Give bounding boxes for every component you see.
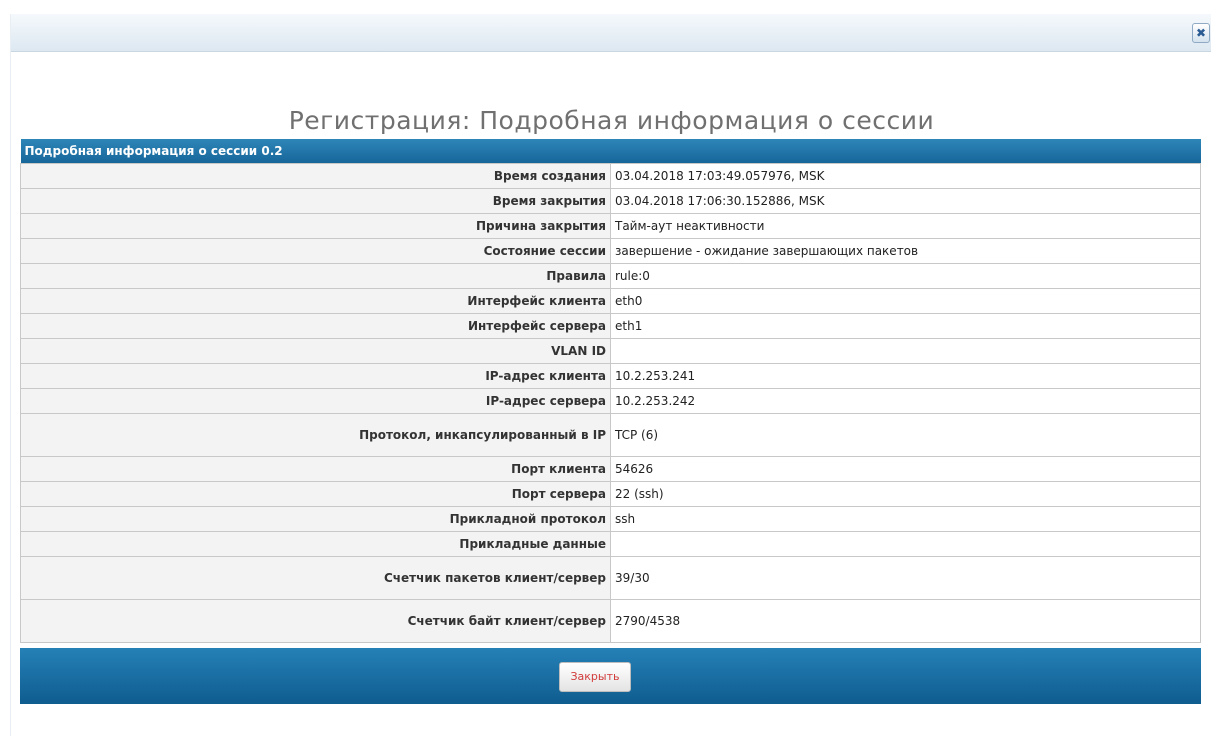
table-row: Время создания 03.04.2018 17:03:49.05797… xyxy=(20,163,1201,189)
row-label: IP-адрес клиента xyxy=(20,363,611,389)
row-value: ssh xyxy=(610,506,1201,532)
row-value: Тайм-аут неактивности xyxy=(610,213,1201,239)
dialog-footer: Закрыть xyxy=(20,648,1201,704)
row-label: Интерфейс сервера xyxy=(20,313,611,339)
table-row: Интерфейс сервера eth1 xyxy=(20,313,1201,339)
close-icon[interactable]: ✖ xyxy=(1192,23,1210,43)
table-row: Состояние сессии завершение - ожидание з… xyxy=(20,238,1201,264)
row-value: 2790/4538 xyxy=(610,599,1201,643)
row-label: Время закрытия xyxy=(20,188,611,214)
row-label: Прикладной протокол xyxy=(20,506,611,532)
row-value: eth0 xyxy=(610,288,1201,314)
row-value: TCP (6) xyxy=(610,413,1201,457)
row-label: VLAN ID xyxy=(20,338,611,364)
row-value: eth1 xyxy=(610,313,1201,339)
row-label: Порт сервера xyxy=(20,481,611,507)
close-button[interactable]: Закрыть xyxy=(559,662,631,692)
row-label: Состояние сессии xyxy=(20,238,611,264)
table-row: Протокол, инкапсулированный в IP TCP (6) xyxy=(20,413,1201,457)
table-row: Счетчик байт клиент/сервер 2790/4538 xyxy=(20,599,1201,643)
row-label: Счетчик пакетов клиент/сервер xyxy=(20,556,611,600)
row-label: Интерфейс клиента xyxy=(20,288,611,314)
row-value: 39/30 xyxy=(610,556,1201,600)
table-row: Прикладные данные xyxy=(20,531,1201,557)
row-value: завершение - ожидание завершающих пакето… xyxy=(610,238,1201,264)
table-row: Порт сервера 22 (ssh) xyxy=(20,481,1201,507)
row-label: Счетчик байт клиент/сервер xyxy=(20,599,611,643)
row-label: Прикладные данные xyxy=(20,531,611,557)
row-value: 10.2.253.242 xyxy=(610,388,1201,414)
row-label: Правила xyxy=(20,263,611,289)
table-row: Правила rule:0 xyxy=(20,263,1201,289)
row-value xyxy=(610,338,1201,364)
table-row: VLAN ID xyxy=(20,338,1201,364)
table-row: IP-адрес клиента 10.2.253.241 xyxy=(20,363,1201,389)
table-row: IP-адрес сервера 10.2.253.242 xyxy=(20,388,1201,414)
row-label: Время создания xyxy=(20,163,611,189)
table-row: Время закрытия 03.04.2018 17:06:30.15288… xyxy=(20,188,1201,214)
row-label: Порт клиента xyxy=(20,456,611,482)
row-value xyxy=(610,531,1201,557)
table-row: Счетчик пакетов клиент/сервер 39/30 xyxy=(20,556,1201,600)
row-value: 03.04.2018 17:06:30.152886, MSK xyxy=(610,188,1201,214)
session-details-table: Подробная информация о сессии 0.2 Время … xyxy=(20,139,1201,643)
row-value: 54626 xyxy=(610,456,1201,482)
table-row: Интерфейс клиента eth0 xyxy=(20,288,1201,314)
row-label: Протокол, инкапсулированный в IP xyxy=(20,413,611,457)
row-label: IP-адрес сервера xyxy=(20,388,611,414)
row-value: 22 (ssh) xyxy=(610,481,1201,507)
page-title: Регистрация: Подробная информация о сесс… xyxy=(288,106,935,135)
table-caption: Подробная информация о сессии 0.2 xyxy=(20,139,1201,164)
table-row: Прикладной протокол ssh xyxy=(20,506,1201,532)
row-value: rule:0 xyxy=(610,263,1201,289)
table-row: Порт клиента 54626 xyxy=(20,456,1201,482)
row-label: Причина закрытия xyxy=(20,213,611,239)
table-row: Причина закрытия Тайм-аут неактивности xyxy=(20,213,1201,239)
row-value: 10.2.253.241 xyxy=(610,363,1201,389)
dialog-titlebar: ✖ xyxy=(11,14,1211,52)
row-value: 03.04.2018 17:03:49.057976, MSK xyxy=(610,163,1201,189)
